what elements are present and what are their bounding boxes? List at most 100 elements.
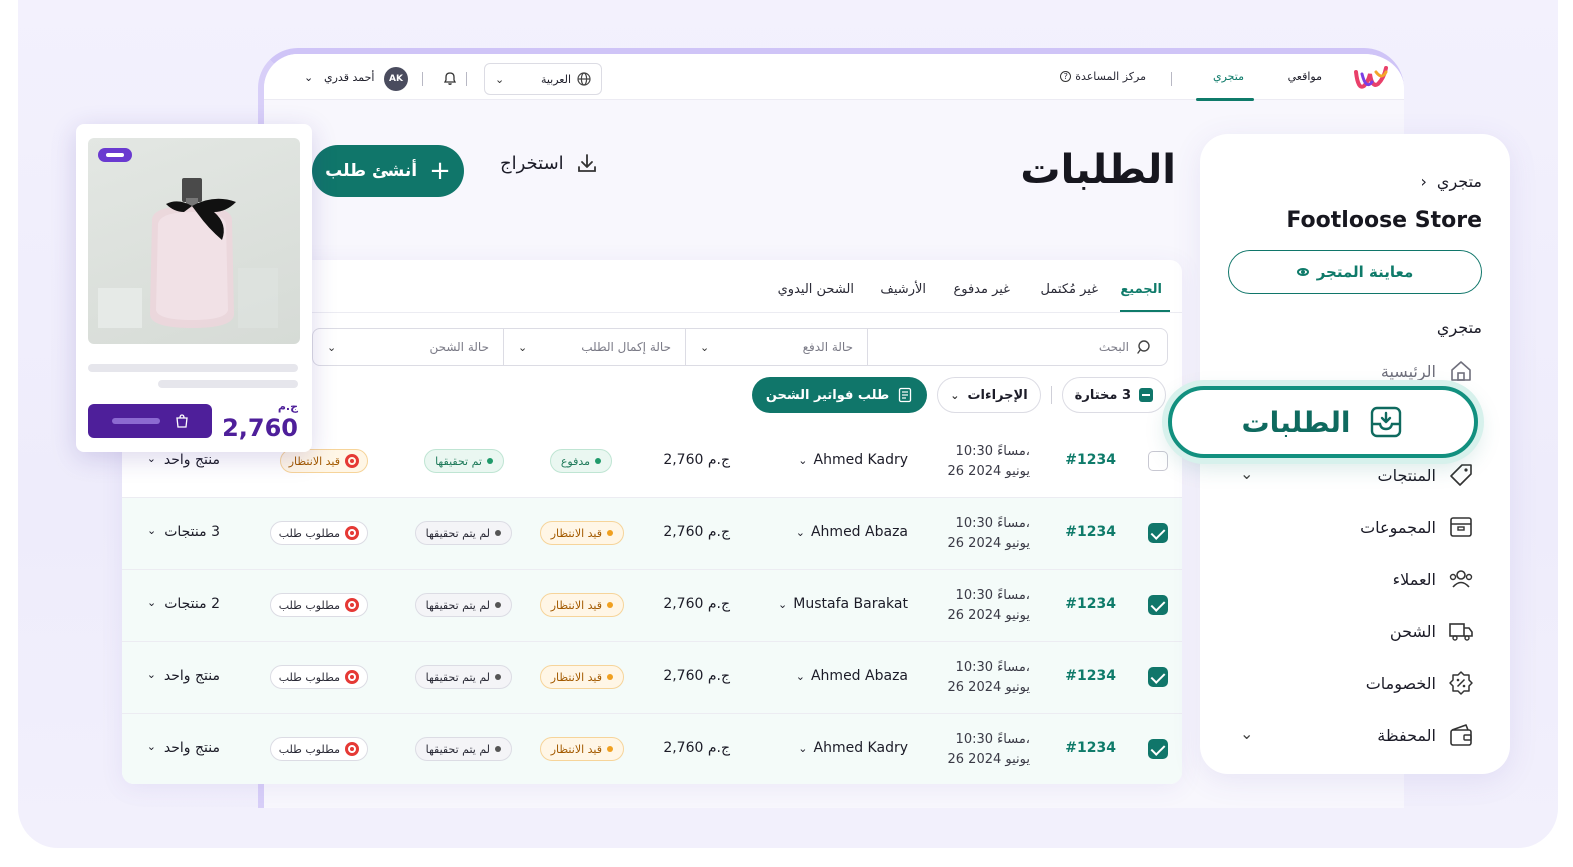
search-placeholder: البحث (1098, 340, 1129, 354)
items-count[interactable]: منتج واحد ⌄ (147, 452, 220, 468)
bell-icon[interactable] (442, 70, 458, 86)
user-name[interactable]: أحمد قدري (324, 71, 374, 84)
product-image (88, 138, 300, 344)
row-checkbox[interactable] (1148, 739, 1168, 759)
items-count[interactable]: منتج واحد ⌄ (147, 740, 220, 756)
sidebar-section-title: متجري (1436, 318, 1482, 337)
nav-my-store[interactable]: متجري (1213, 70, 1244, 83)
chevron-down-icon[interactable]: ⌄ (304, 71, 313, 84)
help-center-link[interactable]: ? مركز المساعدة (1060, 70, 1146, 83)
payment-status-filter[interactable]: حالة الدفع ⌄ (685, 329, 867, 365)
row-checkbox[interactable] (1148, 451, 1168, 471)
status-dot-icon (495, 674, 501, 680)
fulfillment-status-badge: تم تحقيقها (424, 449, 504, 473)
table-row[interactable]: #1234 10:30 مساءً، 26 يونيو 2024 Ahmed Abaz… (122, 498, 1182, 570)
sidebar-item-collections[interactable]: المجموعات (1360, 512, 1474, 542)
tab-incomplete[interactable]: غير مُكتمل (1041, 282, 1098, 297)
items-count[interactable]: منتج واحد ⌄ (147, 668, 220, 684)
chevron-down-icon: ⌄ (146, 740, 156, 753)
fulfillment-status-label: تم تحقيقها (435, 454, 482, 468)
top-bar: مواقعي متجري ? مركز المساعدة ⌄ العربية A… (264, 54, 1404, 101)
product-card[interactable]: ج.م 2,760 (76, 124, 312, 452)
order-day: 26 يونيو 2024 (947, 752, 1030, 767)
customer-label: Mustafa Barakat (793, 596, 908, 612)
sidebar-item-label: الطلبات (1241, 405, 1351, 439)
customer-name[interactable]: Ahmed Kadry ⌄ (798, 452, 908, 468)
order-id[interactable]: #1234 (1065, 596, 1116, 612)
order-id[interactable]: #1234 (1065, 740, 1116, 756)
customer-name[interactable]: Mustafa Barakat ⌄ (778, 596, 908, 612)
order-id[interactable]: #1234 (1065, 668, 1116, 684)
chevron-down-icon: ⌄ (798, 453, 808, 467)
table-row[interactable]: #1234 10:30 مساءً، 26 يونيو 2024 Mustafa Ba… (122, 570, 1182, 642)
sidebar-item-label: المحفظة (1377, 725, 1436, 745)
language-select[interactable]: ⌄ العربية (484, 63, 602, 95)
chevron-down-icon[interactable]: ⌄ (1240, 724, 1253, 743)
add-to-cart-button[interactable] (88, 404, 212, 438)
items-count[interactable]: 2 منتجات ⌄ (147, 596, 220, 612)
fulfillment-status-label: لم يتم تحقيقها (425, 598, 490, 612)
order-id[interactable]: #1234 (1065, 524, 1116, 540)
actions-dropdown[interactable]: الإجراءات ⌄ (937, 377, 1041, 413)
request-shipping-invoices-button[interactable]: طلب فواتير الشحن (751, 377, 928, 413)
selected-count-label: 3 مختارة (1074, 387, 1131, 403)
tab-all[interactable]: الجميع (1120, 282, 1162, 297)
sidebar-item-shipping[interactable]: الشحن (1390, 616, 1474, 646)
chevron-down-icon[interactable]: ⌄ (1240, 464, 1253, 483)
shipping-status-badge: مطلوب طلب (269, 593, 368, 617)
sidebar-item-label: الشحن (1389, 621, 1436, 641)
table-row[interactable]: #1234 10:30 مساءً، 26 يونيو 2024 Ahmed Kadr… (122, 714, 1182, 784)
shipping-status-badge: مطلوب طلب (269, 665, 368, 689)
order-day: 26 يونيو 2024 (947, 536, 1030, 551)
search-input[interactable]: البحث (867, 329, 1167, 365)
tab-manual-shipping[interactable]: الشحن اليدوي (778, 282, 854, 297)
home-icon (1451, 361, 1471, 381)
sidebar-item-home[interactable]: الرئيسية (1381, 356, 1474, 386)
tab-archive[interactable]: الأرشيف (880, 282, 926, 297)
payment-status-label: قيد الانتظار (550, 526, 602, 540)
brand-logo-icon[interactable] (1352, 64, 1390, 94)
sidebar-item-orders[interactable]: الطلبات (1168, 386, 1478, 458)
create-order-button[interactable]: أنشئ طلب + (312, 145, 464, 197)
customer-name[interactable]: Ahmed Kadry ⌄ (798, 740, 908, 756)
sidebar-item-products[interactable]: المنتجات (1378, 460, 1475, 490)
row-checkbox[interactable] (1148, 523, 1168, 543)
order-time: 10:30 مساءً، (955, 516, 1030, 531)
breadcrumb[interactable]: متجري ‹ (1421, 172, 1482, 191)
customer-name[interactable]: Ahmed Abaza ⌄ (796, 524, 908, 540)
order-id[interactable]: #1234 (1065, 452, 1116, 468)
chevron-down-icon: ⌄ (778, 597, 788, 611)
table-row[interactable]: #1234 10:30 مساءً، 26 يونيو 2024 Ahmed Abaz… (122, 642, 1182, 714)
order-total: 2,760 ج.م (663, 452, 730, 468)
order-date: 10:30 مساءً، 26 يونيو 2024 (947, 658, 1030, 698)
nav-my-sites[interactable]: مواقعي (1288, 70, 1322, 83)
globe-icon (577, 72, 591, 86)
sidebar-item-wallet[interactable]: المحفظة (1377, 720, 1474, 750)
receipt-icon (899, 387, 912, 403)
create-order-label: أنشئ طلب (325, 161, 418, 181)
status-dot-icon (595, 458, 601, 464)
divider (422, 72, 423, 86)
row-checkbox[interactable] (1148, 595, 1168, 615)
customer-name[interactable]: Ahmed Abaza ⌄ (796, 668, 908, 684)
fulfillment-status-filter[interactable]: حالة إكمال الطلب ⌄ (503, 329, 685, 365)
placeholder-line (88, 364, 298, 372)
sidebar-item-customers[interactable]: العملاء (1393, 564, 1474, 594)
order-day: 26 يونيو 2024 (947, 464, 1030, 479)
avatar[interactable]: AK (384, 67, 408, 91)
tab-unpaid[interactable]: غير مدفوع (953, 282, 1010, 297)
items-count[interactable]: 3 منتجات ⌄ (147, 524, 220, 540)
preview-store-button[interactable]: معاينة المتجر (1228, 250, 1482, 294)
bulk-actions: 3 مختارة الإجراءات ⌄ طلب فواتير الشحن (751, 376, 1166, 414)
chevron-down-icon: ⌄ (146, 524, 157, 537)
fulfillment-status-label: لم يتم تحقيقها (425, 742, 490, 756)
help-circle-icon: ? (1060, 71, 1072, 82)
export-button[interactable]: استخراج (500, 152, 598, 174)
items-count-label: منتج واحد (163, 452, 220, 468)
sidebar-item-discounts[interactable]: الخصومات (1366, 668, 1474, 698)
order-day: 26 يونيو 2024 (947, 680, 1030, 695)
row-checkbox[interactable] (1148, 667, 1168, 687)
selected-count-button[interactable]: 3 مختارة (1061, 377, 1166, 413)
target-icon (345, 526, 359, 540)
shipping-status-filter[interactable]: حالة الشحن ⌄ (313, 329, 503, 365)
